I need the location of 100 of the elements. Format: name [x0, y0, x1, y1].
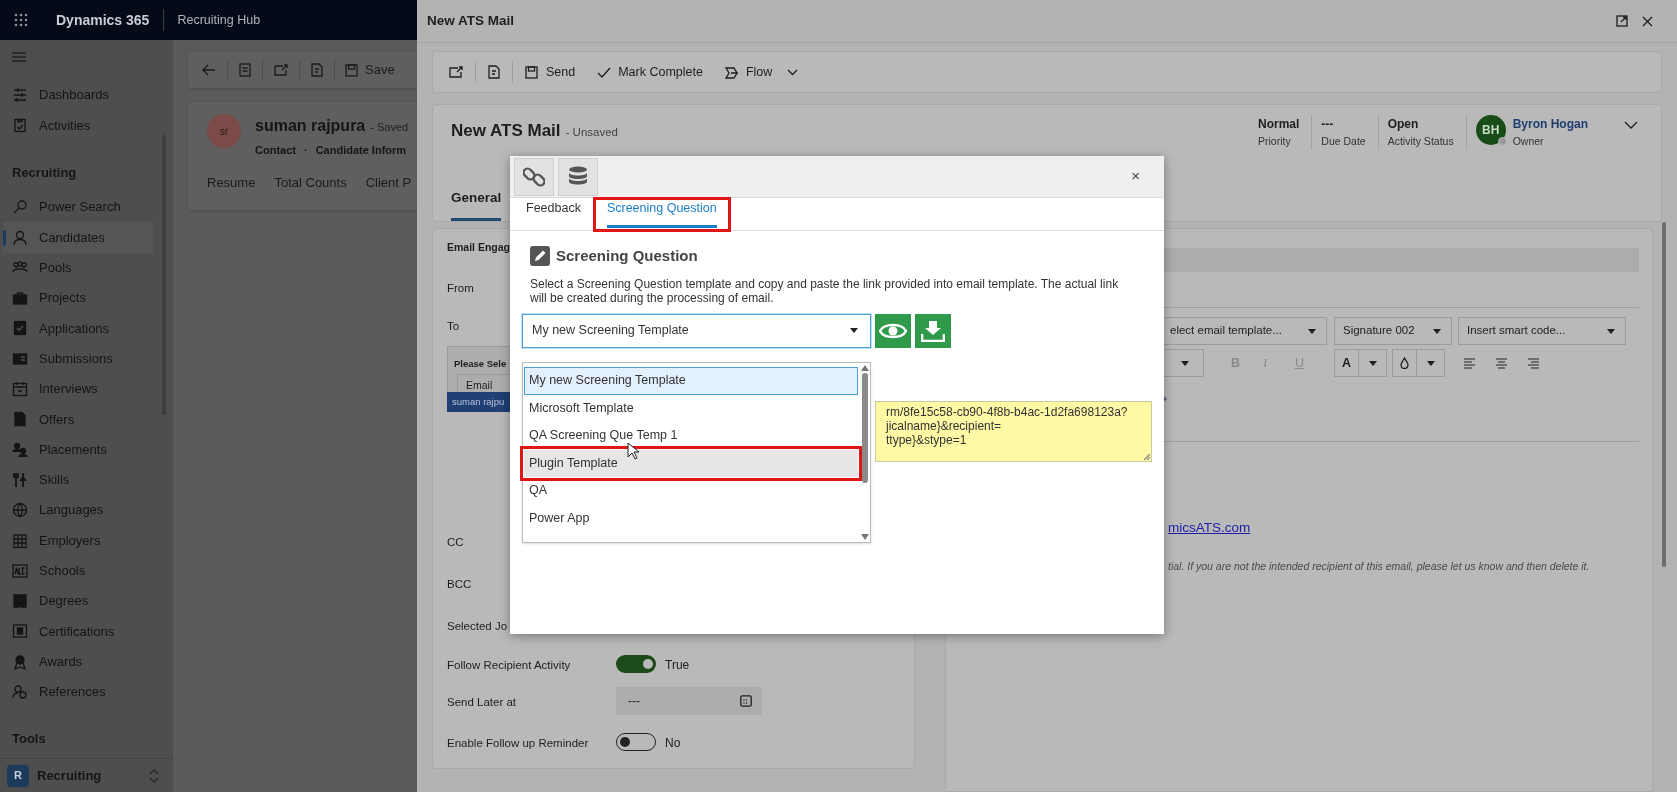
field-label: Due Date	[1321, 134, 1366, 149]
preview-button[interactable]	[875, 313, 911, 348]
nav-item[interactable]: Certifications	[3, 616, 153, 647]
nav-item[interactable]: Power Search	[3, 192, 153, 223]
database-button[interactable]	[558, 157, 598, 196]
form-tab[interactable]: Client P	[365, 172, 412, 192]
form-tab[interactable]: Total Counts	[274, 172, 347, 192]
id-card-icon	[12, 350, 28, 367]
link-button[interactable]	[514, 157, 554, 196]
dropdown-option[interactable]: Microsoft Template	[524, 394, 858, 422]
form-name: Candidate Inform	[315, 143, 407, 158]
briefcase-icon	[12, 290, 28, 307]
template-dropdown[interactable]: My new Screening Template	[522, 313, 871, 348]
caret-down-icon	[1181, 360, 1189, 366]
section-heading: Recruiting	[12, 163, 78, 182]
nav-item[interactable]: Skills	[3, 464, 153, 496]
form-tab[interactable]: Resume	[207, 172, 256, 192]
area-switcher[interactable]: R Recruiting	[0, 758, 173, 792]
dropdown[interactable]: Insert smart code...	[1458, 317, 1626, 345]
dropdown-option[interactable]: QA	[524, 477, 858, 505]
nav-item[interactable]: Degrees	[3, 585, 153, 617]
dialog-tab[interactable]: Feedback	[520, 199, 587, 230]
email-link[interactable]: micsATS.com	[1168, 518, 1251, 539]
nav-item[interactable]: Submissions	[3, 343, 153, 374]
flow-icon	[724, 65, 739, 79]
chevron-up-down-icon	[149, 768, 159, 783]
document-icon	[12, 411, 28, 428]
area-badge: R	[7, 764, 29, 787]
nav-item[interactable]: Activities	[3, 110, 153, 141]
align-right-icon[interactable]	[1528, 358, 1539, 369]
align-center-icon[interactable]	[1496, 358, 1507, 369]
scroll-up-arrow-icon[interactable]	[860, 365, 869, 371]
calendar-icon	[740, 695, 752, 707]
chevron-down-icon[interactable]	[1624, 121, 1638, 129]
field-label: Selected Jo	[447, 619, 508, 634]
scroll-down-arrow-icon[interactable]	[860, 534, 869, 540]
nav-item[interactable]: Schools	[3, 555, 153, 586]
mail-title: New ATS Mail	[451, 120, 561, 142]
nav-item[interactable]: Placements	[3, 434, 153, 465]
save-icon	[525, 65, 539, 79]
dialog-tab[interactable]: Screening Question	[594, 199, 729, 230]
nav-item[interactable]: Interviews	[3, 373, 153, 405]
close-icon[interactable]	[1642, 15, 1653, 27]
nav-item[interactable]: Languages	[3, 495, 153, 526]
popout-icon[interactable]	[449, 66, 463, 78]
dropdown-option[interactable]: QA Screening Que Temp 1	[524, 422, 858, 450]
save-icon	[345, 63, 358, 77]
nav-item[interactable]: Projects	[3, 283, 153, 314]
checked-document-icon	[12, 320, 28, 337]
document-icon[interactable]	[239, 63, 251, 77]
save-status: - Saved	[370, 120, 409, 135]
nav-item[interactable]: Awards	[3, 646, 153, 677]
owner-link[interactable]: Byron Hogan	[1512, 115, 1588, 133]
scrollbar[interactable]	[860, 365, 869, 540]
record-name: suman rajpura	[255, 116, 366, 136]
link-textarea[interactable]: rm/8fe15c58-cb90-4f8b-b4ac-1d2fa698123a? jicalname}&recipient= ttype}&stype=1	[875, 401, 1152, 462]
scrollbar[interactable]	[1662, 222, 1666, 567]
download-button[interactable]	[915, 313, 951, 348]
toggle-value: True	[665, 657, 690, 674]
nav-item[interactable]: Applications	[3, 313, 153, 344]
nav-item[interactable]: Employers	[3, 525, 153, 556]
font-color-button[interactable]: A	[1334, 349, 1387, 377]
field-label: Activity Status	[1387, 134, 1454, 149]
nav-item[interactable]: Dashboards	[3, 80, 153, 111]
form-tab[interactable]: General	[451, 187, 502, 221]
nav-item[interactable]: Offers	[3, 404, 153, 435]
recipient-chip[interactable]: suman rajpu	[447, 392, 511, 412]
link-icon	[523, 165, 545, 188]
field-label: Owner	[1512, 134, 1545, 149]
section-heading: Tools	[12, 730, 47, 749]
nav-item[interactable]: Candidates	[3, 222, 153, 253]
dropdown-option[interactable]: Power App	[524, 504, 858, 532]
abc-icon	[12, 562, 28, 579]
checkmark-icon	[597, 65, 612, 79]
nav-item[interactable]: References	[3, 676, 153, 708]
field-label: Follow Recipient Activity	[447, 658, 571, 673]
toolbar-button[interactable]: Flow	[724, 62, 799, 82]
people-icon	[12, 441, 28, 458]
expand-icon[interactable]	[1616, 15, 1628, 27]
field-value: ---	[1321, 116, 1335, 133]
toolbar-button[interactable]: Send	[525, 62, 576, 82]
dropdown-option[interactable]: My new Screening Template	[524, 367, 858, 395]
building-icon	[12, 532, 28, 549]
toggle-switch[interactable]	[616, 655, 656, 673]
back-arrow-icon[interactable]	[202, 64, 216, 76]
field-label: Priority	[1258, 134, 1292, 149]
align-left-icon[interactable]	[1464, 358, 1475, 369]
disclaimer-text: tial. If you are not the intended recipient of this email, please let us know and then delete it.	[1168, 559, 1590, 574]
date-field[interactable]: ---	[616, 687, 762, 715]
save-button[interactable]: Save	[345, 60, 395, 80]
close-button[interactable]: ×	[1131, 165, 1140, 188]
panel-title: New ATS Mail	[427, 11, 514, 30]
nav-item[interactable]: Pools	[3, 252, 153, 283]
toolbar-button[interactable]: Mark Complete	[597, 62, 703, 82]
avatar: sr	[207, 114, 241, 148]
document-edit-icon[interactable]	[488, 65, 500, 79]
app-launcher-icon[interactable]	[14, 13, 28, 27]
resize-grip-icon	[1144, 454, 1150, 460]
dropdown[interactable]: Signature 002	[1334, 317, 1452, 345]
highlight-color-button[interactable]	[1392, 349, 1445, 377]
